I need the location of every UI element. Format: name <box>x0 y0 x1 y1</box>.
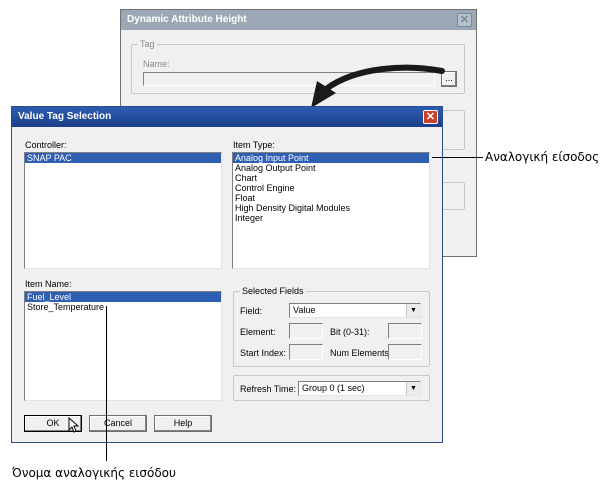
field-select[interactable]: Value ▼ <box>289 303 421 318</box>
controller-list[interactable]: SNAP PAC <box>24 152 222 269</box>
refresh-group: Refresh Time: Group 0 (1 sec) ▼ <box>233 375 430 401</box>
close-icon[interactable]: ✕ <box>457 13 472 27</box>
num-elements-label: Num Elements: <box>330 348 392 358</box>
list-item[interactable]: Fuel_Level <box>25 292 221 302</box>
start-index-label: Start Index: <box>240 348 287 358</box>
dynamic-attribute-title: Dynamic Attribute Height <box>127 14 247 25</box>
tag-name-label: Name: <box>143 59 170 69</box>
cursor-icon <box>68 417 80 433</box>
list-item[interactable]: Analog Output Point <box>233 163 429 173</box>
list-item[interactable]: Integer <box>233 213 429 223</box>
controller-label: Controller: <box>25 140 67 150</box>
selected-fields-label: Selected Fields <box>240 286 306 297</box>
tag-group-label: Tag <box>138 39 157 50</box>
list-item[interactable]: Chart <box>233 173 429 183</box>
value-tag-selection-title: Value Tag Selection <box>18 111 112 122</box>
item-name-list[interactable]: Fuel_Level Store_Temperature <box>24 291 222 401</box>
curved-arrow-icon <box>311 64 445 108</box>
list-item[interactable]: Analog Input Point <box>233 153 429 163</box>
dynamic-attribute-titlebar: Dynamic Attribute Height ✕ <box>121 10 476 30</box>
start-index-field[interactable] <box>289 344 323 360</box>
num-elements-field[interactable] <box>388 344 422 360</box>
element-field[interactable] <box>289 323 323 339</box>
chevron-down-icon[interactable]: ▼ <box>406 382 420 395</box>
cancel-button[interactable]: Cancel <box>89 415 147 432</box>
value-tag-selection-titlebar: Value Tag Selection ✕ <box>12 107 442 127</box>
refresh-time-select[interactable]: Group 0 (1 sec) ▼ <box>298 381 421 396</box>
refresh-time-value: Group 0 (1 sec) <box>302 383 365 393</box>
bit-label: Bit (0-31): <box>330 327 370 337</box>
callout-line-analog-input-name <box>106 306 107 461</box>
callout-analog-input-name: Όνομα αναλογικής εισόδου <box>12 466 176 480</box>
list-item[interactable]: SNAP PAC <box>25 153 221 163</box>
callout-analog-input: Αναλογική είσοδος <box>485 150 600 164</box>
item-name-label: Item Name: <box>25 279 72 289</box>
bit-field[interactable] <box>388 323 422 339</box>
callout-line-analog-input <box>432 157 483 158</box>
chevron-down-icon[interactable]: ▼ <box>406 304 420 317</box>
list-item[interactable]: High Density Digital Modules <box>233 203 429 213</box>
refresh-time-label: Refresh Time: <box>240 384 297 394</box>
list-item[interactable]: Float <box>233 193 429 203</box>
field-value: Value <box>293 305 316 315</box>
field-label: Field: <box>240 306 263 316</box>
close-icon[interactable]: ✕ <box>423 110 438 124</box>
list-item[interactable]: Store_Temperature <box>25 302 221 312</box>
element-label: Element: <box>240 327 276 337</box>
value-tag-selection-dialog: Value Tag Selection ✕ Controller: SNAP P… <box>11 106 443 443</box>
ok-label: OK <box>46 418 60 428</box>
list-item[interactable]: Control Engine <box>233 183 429 193</box>
selected-fields-group: Selected Fields Field: Value ▼ Element: … <box>233 286 430 367</box>
help-button[interactable]: Help <box>154 415 212 432</box>
item-type-label: Item Type: <box>233 140 275 150</box>
item-type-list[interactable]: Analog Input Point Analog Output Point C… <box>232 152 430 269</box>
